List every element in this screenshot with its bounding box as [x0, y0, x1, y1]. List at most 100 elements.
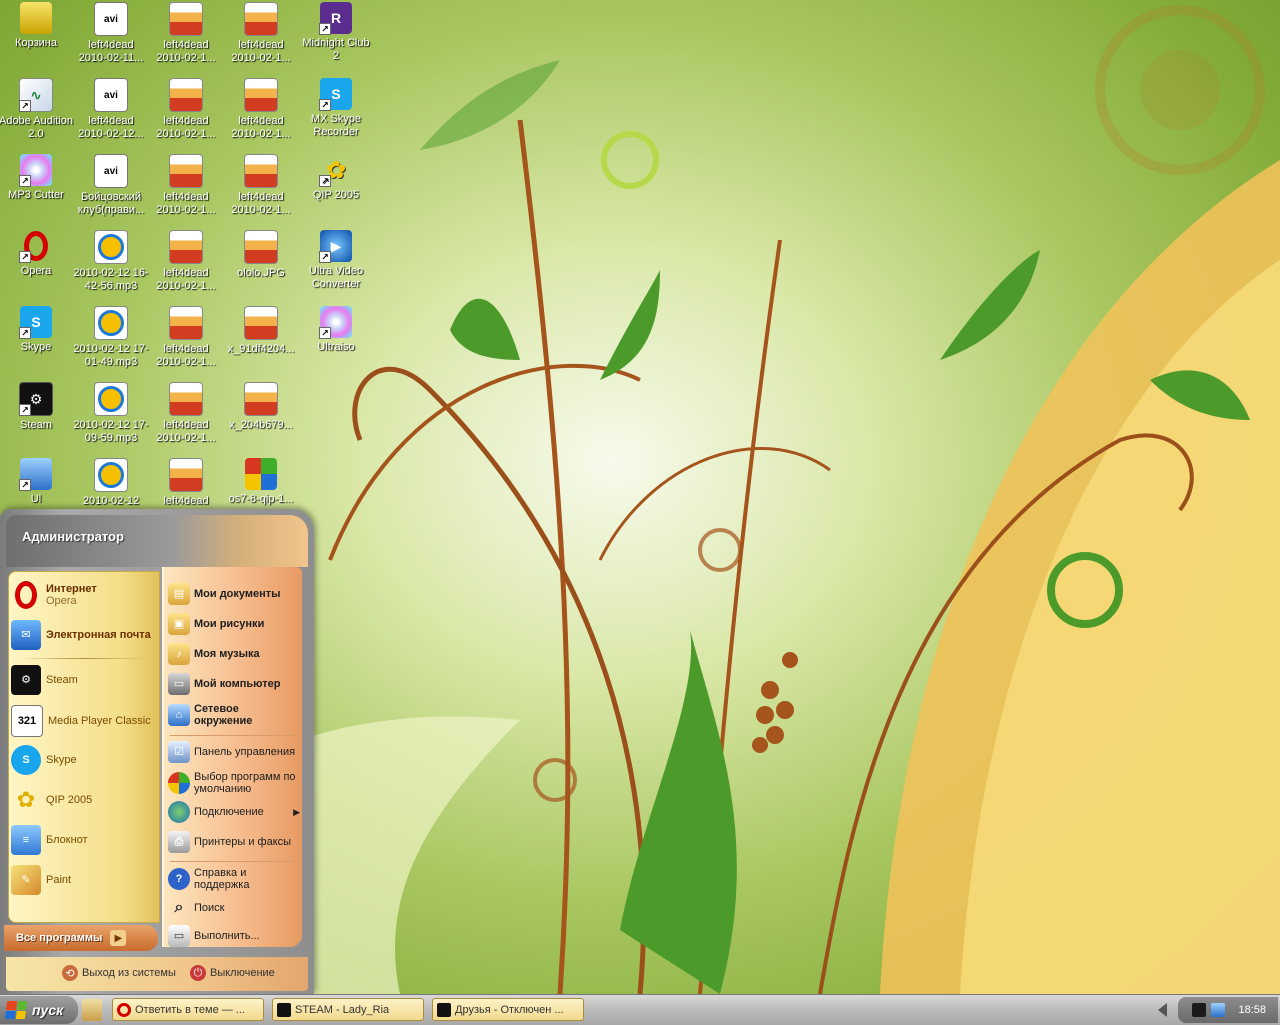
pinned-email[interactable]: ✉ Электронная почта: [11, 620, 157, 650]
desktop-icon-skype[interactable]: S Skype: [0, 306, 74, 354]
desktop-icon-left4dead-img-2[interactable]: left4dead 2010-02-1...: [223, 2, 299, 65]
place-my-pictures[interactable]: ▣ Мои рисунки: [168, 613, 300, 635]
opera-icon: [19, 230, 52, 263]
tray-expand-icon[interactable]: [1158, 1003, 1167, 1017]
system-tray: 18:58: [1178, 997, 1278, 1023]
desktop-icon-x-204b679[interactable]: x_204b679...: [223, 382, 299, 432]
place-my-computer[interactable]: ▭ Мой компьютер: [168, 673, 300, 695]
printer-icon: ⎙: [168, 831, 190, 853]
system-printers[interactable]: ⎙ Принтеры и факсы: [168, 831, 300, 853]
logoff-button[interactable]: ⟲ Выход из системы: [62, 965, 176, 981]
task-steam-friends[interactable]: Друзья - Отключен ...: [432, 998, 584, 1021]
recent-skype[interactable]: S Skype: [11, 745, 157, 775]
image-file-icon: [169, 154, 203, 188]
desktop-icon-ultra-video-converter[interactable]: ▶ Ultra Video Converter: [298, 230, 374, 291]
desktop-icon-left4dead-avi-2[interactable]: avi left4dead 2010-02-12...: [73, 78, 149, 141]
desktop-icon-adobe-audition[interactable]: ∿ Adobe Audition 2.0: [0, 78, 74, 141]
desktop-icon-x-91df4204[interactable]: x_91df4204...: [223, 306, 299, 356]
computer-icon: ▭: [168, 673, 190, 695]
steam-icon: [277, 1002, 291, 1017]
system-connect-to[interactable]: Подключение ▶: [168, 801, 300, 823]
desktop-icon-mx-skype-recorder[interactable]: S MX Skype Recorder: [298, 78, 374, 139]
desktop-icon-qip-2005[interactable]: ✿ QIP 2005: [298, 154, 374, 202]
control-panel-icon: ☑: [168, 741, 190, 763]
desktop-icon-midnight-club[interactable]: R Midnight Club 2: [298, 2, 374, 63]
image-file-icon: [169, 458, 203, 492]
desktop-icon-os7-qip[interactable]: os7-8-qip-1...: [223, 458, 299, 506]
image-file-icon: [169, 382, 203, 416]
task-opera[interactable]: Ответить в теме — ...: [112, 998, 264, 1021]
desktop-icon-left4dead-img-10[interactable]: left4dead: [148, 458, 224, 508]
opera-icon: [11, 580, 41, 610]
desktop-icon-ul[interactable]: Ul: [0, 458, 74, 506]
desktop-icon-mp3-4[interactable]: 2010-02-12: [73, 458, 149, 508]
all-programs-button[interactable]: Все программы ▶: [4, 925, 158, 951]
start-menu-programs-pane: Интернет Opera ✉ Электронная почта ⚙ Stea…: [8, 571, 160, 923]
desktop-icon-mp3-1[interactable]: 2010-02-12 16-42-56.mp3: [73, 230, 149, 293]
os-icon: [245, 458, 277, 490]
avi-file-icon: avi: [94, 78, 128, 112]
skype-icon: S: [19, 306, 52, 339]
task-steam[interactable]: STEAM - Lady_Ria: [272, 998, 424, 1021]
media-player-icon: 321: [11, 705, 43, 737]
qip-icon: ✿: [16, 787, 36, 812]
windows-logo-icon: [4, 1001, 28, 1019]
desktop-icon-fight-club[interactable]: avi Бойцовский клуб(прави...: [73, 154, 149, 217]
cd-icon: [19, 154, 52, 187]
run[interactable]: ▭ Выполнить...: [168, 925, 300, 947]
desktop-icon-mp3-2[interactable]: 2010-02-12 17-01-49.mp3: [73, 306, 149, 369]
submenu-arrow-icon: ▶: [293, 807, 300, 817]
start-menu-footer: ⟲ Выход из системы ⏻ Выключение: [6, 957, 308, 991]
system-default-programs[interactable]: Выбор программ по умолчанию: [168, 771, 300, 795]
start-menu: Администратор Интернет Opera ✉ Электронна…: [0, 509, 314, 994]
desktop-icon-mp3-3[interactable]: 2010-02-12 17-09-59.mp3: [73, 382, 149, 445]
recent-steam[interactable]: ⚙ Steam: [11, 665, 157, 695]
email-icon: ✉: [11, 620, 41, 650]
skype-icon: S: [11, 745, 41, 775]
help-and-support[interactable]: ? Справка и поддержка: [168, 867, 300, 891]
desktop-icon-left4dead-avi-1[interactable]: avi left4dead 2010-02-11...: [73, 2, 149, 65]
desktop-icon-ololo[interactable]: ololo.JPG: [223, 230, 299, 280]
network-icon: [19, 458, 52, 491]
place-my-documents[interactable]: ▤ Мои документы: [168, 583, 300, 605]
desktop-icon-left4dead-img-6[interactable]: left4dead 2010-02-1...: [223, 154, 299, 217]
recent-notepad[interactable]: ≡ Блокнот: [11, 825, 157, 855]
place-network[interactable]: ⌂ Сетевое окружение: [168, 703, 300, 727]
image-file-icon: [244, 78, 278, 112]
desktop-icon-mp3-cutter[interactable]: MP3 Cutter: [0, 154, 74, 202]
desktop-icon-opera[interactable]: Opera: [0, 230, 74, 278]
steam-tray-icon[interactable]: [1192, 1003, 1207, 1017]
qip-icon: ✿: [319, 154, 352, 187]
start-button[interactable]: пуск: [0, 996, 78, 1024]
place-my-music[interactable]: ♪ Моя музыка: [168, 643, 300, 665]
search[interactable]: ⌕ Поиск: [168, 897, 300, 919]
quick-launch-icon[interactable]: [82, 999, 102, 1021]
desktop-icon-left4dead-img-3[interactable]: left4dead 2010-02-1...: [148, 78, 224, 141]
desktop-icon-left4dead-img-1[interactable]: left4dead 2010-02-1...: [148, 2, 224, 65]
image-file-icon: [244, 306, 278, 340]
recent-qip-2005[interactable]: ✿ QIP 2005: [11, 785, 157, 815]
pinned-internet-opera[interactable]: Интернет Opera: [11, 580, 157, 610]
desktop-icon-steam[interactable]: ⚙ Steam: [0, 382, 74, 432]
desktop-icon-left4dead-img-7[interactable]: left4dead 2010-02-1...: [148, 230, 224, 293]
steam-icon: ⚙: [19, 382, 53, 416]
notepad-icon: ≡: [11, 825, 41, 855]
image-file-icon: [244, 154, 278, 188]
desktop-icon-left4dead-img-8[interactable]: left4dead 2010-02-1...: [148, 306, 224, 369]
system-control-panel[interactable]: ☑ Панель управления: [168, 741, 300, 763]
recent-paint[interactable]: ✎ Paint: [11, 865, 157, 895]
desktop-icon-left4dead-img-5[interactable]: left4dead 2010-02-1...: [148, 154, 224, 217]
menu-separator: [170, 735, 296, 736]
arrow-right-icon: ▶: [110, 930, 127, 946]
folder-pictures-icon: ▣: [168, 613, 190, 635]
recent-media-player-classic[interactable]: 321 Media Player Classic: [11, 705, 157, 737]
desktop-icon-recycle-bin[interactable]: Корзина: [0, 2, 74, 50]
rockstar-icon: R: [319, 2, 352, 35]
desktop-icon-ultraiso[interactable]: Ultraiso: [298, 306, 374, 354]
shutdown-button[interactable]: ⏻ Выключение: [190, 965, 275, 981]
clock[interactable]: 18:58: [1238, 1004, 1266, 1016]
desktop-icon-left4dead-img-4[interactable]: left4dead 2010-02-1...: [223, 78, 299, 141]
desktop-icon-left4dead-img-9[interactable]: left4dead 2010-02-1...: [148, 382, 224, 445]
logoff-icon: ⟲: [62, 965, 78, 981]
network-tray-icon[interactable]: [1211, 1003, 1226, 1017]
